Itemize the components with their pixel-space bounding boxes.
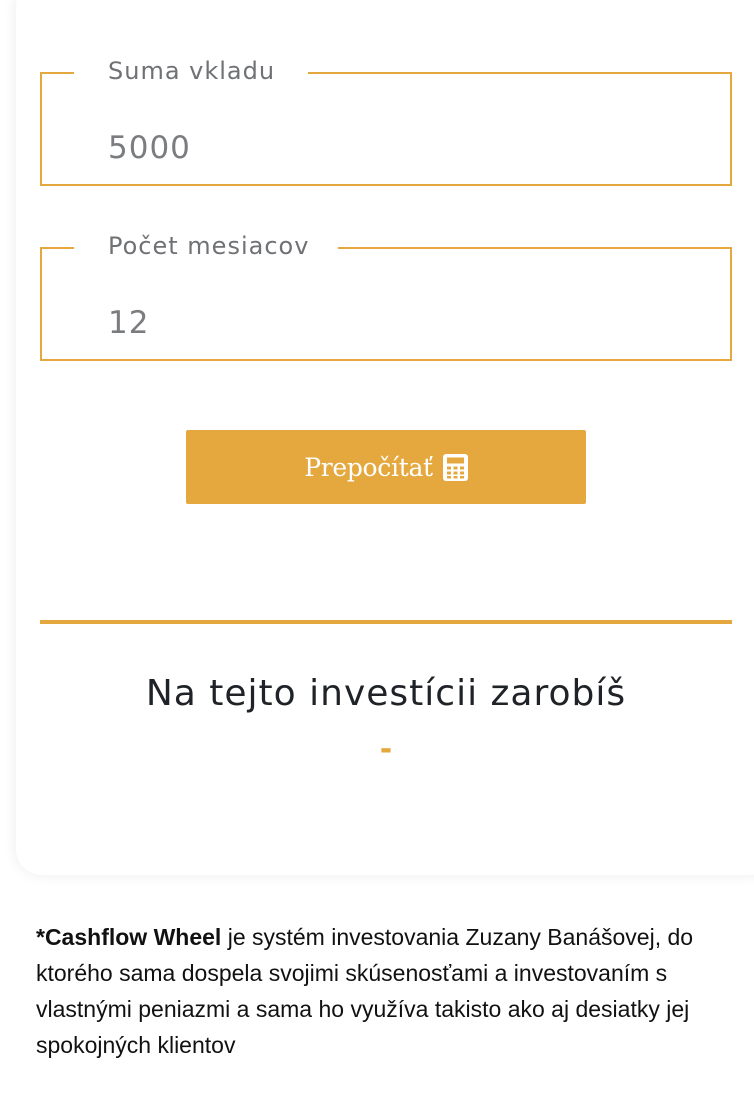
- footnote: *Cashflow Wheel je systém investovania Z…: [36, 919, 726, 1063]
- months-count-input[interactable]: 12: [108, 303, 149, 343]
- recalculate-button-label: Prepočítať: [304, 452, 433, 482]
- deposit-amount-field[interactable]: Suma vkladu 5000: [40, 57, 732, 186]
- field-border-segment: [308, 72, 732, 74]
- result-divider: [40, 620, 732, 624]
- deposit-amount-label: Suma vkladu: [108, 57, 276, 85]
- footnote-brand: *Cashflow Wheel: [36, 924, 222, 950]
- result-value: -: [379, 732, 393, 767]
- field-border-segment: [338, 247, 732, 249]
- result-title: Na tejto investícii zarobíš: [145, 673, 627, 714]
- recalculate-button[interactable]: Prepočítať: [186, 430, 586, 504]
- calculator-icon: [442, 453, 468, 481]
- months-count-field[interactable]: Počet mesiacov 12: [40, 232, 732, 361]
- months-count-label: Počet mesiacov: [108, 232, 310, 260]
- deposit-amount-input[interactable]: 5000: [108, 128, 191, 168]
